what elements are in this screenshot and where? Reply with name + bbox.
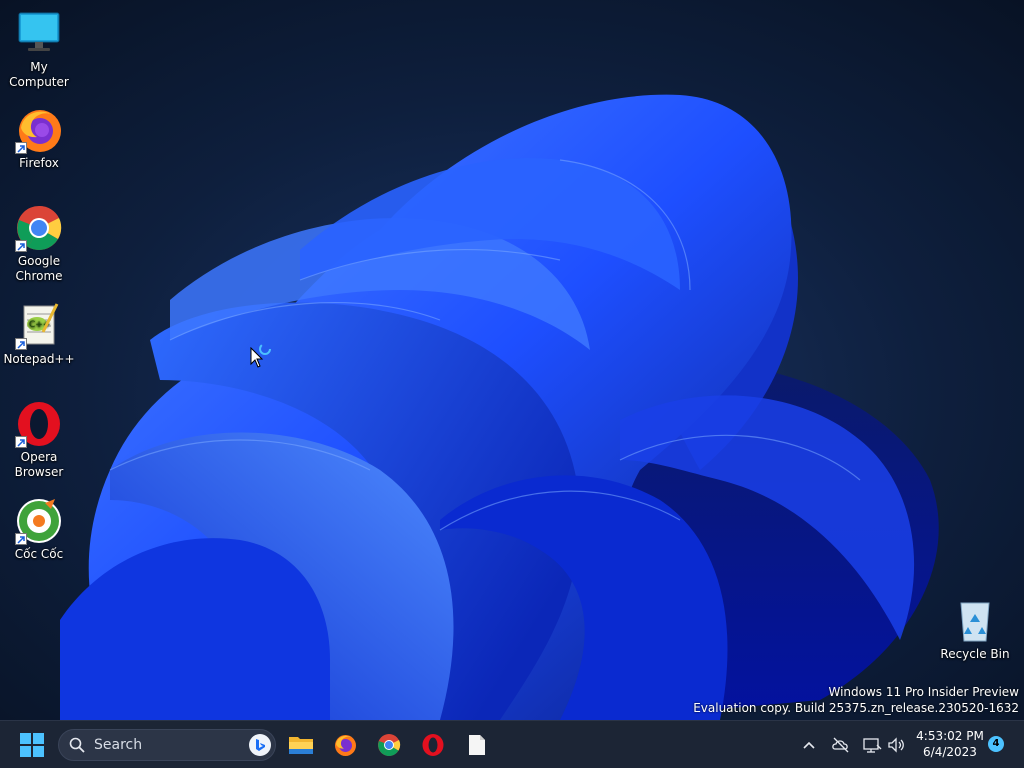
search-icon bbox=[69, 737, 85, 753]
taskbar-opera[interactable] bbox=[415, 727, 451, 763]
chrome-icon bbox=[15, 204, 63, 252]
taskbar-firefox[interactable] bbox=[327, 727, 363, 763]
desktop-icon-label: Opera Browser bbox=[14, 450, 64, 479]
shortcut-arrow-icon bbox=[15, 240, 27, 252]
desktop-icon-label: My Computer bbox=[9, 60, 69, 89]
desktop-icon-recycle-bin[interactable]: Recycle Bin bbox=[937, 597, 1013, 662]
file-explorer-icon bbox=[289, 737, 313, 754]
desktop-icon-chrome[interactable]: Google Chrome bbox=[1, 204, 77, 284]
shortcut-arrow-icon bbox=[15, 436, 27, 448]
taskbar-search-box[interactable]: Search bbox=[58, 729, 276, 761]
bing-icon bbox=[256, 739, 265, 751]
taskbar-chrome[interactable] bbox=[371, 727, 407, 763]
desktop-icon-opera[interactable]: Opera Browser bbox=[1, 400, 77, 480]
search-placeholder: Search bbox=[94, 737, 143, 753]
desktop-icon-label: Notepad++ bbox=[3, 352, 75, 366]
desktop-wallpaper bbox=[0, 0, 1024, 720]
desktop-icon-firefox[interactable]: Firefox bbox=[1, 106, 77, 171]
watermark-build: Evaluation copy. Build 25375.zn_release.… bbox=[693, 701, 1019, 715]
taskbar-clock[interactable]: 4:53:02 PM 6/4/2023 bbox=[912, 728, 988, 760]
chevron-up-icon[interactable] bbox=[799, 735, 819, 755]
bing-button[interactable] bbox=[249, 734, 271, 756]
notification-badge[interactable]: 4 bbox=[988, 736, 1004, 752]
onedrive-offline-icon[interactable] bbox=[831, 735, 851, 755]
watermark-edition: Windows 11 Pro Insider Preview bbox=[828, 685, 1019, 699]
taskbar: Search 4:53:02 PM 6/4/2023 4 bbox=[0, 720, 1024, 768]
desktop-icon-label: Recycle Bin bbox=[940, 647, 1010, 661]
opera-icon bbox=[422, 734, 444, 756]
desktop-icon-label: Google Chrome bbox=[15, 254, 63, 283]
windows-logo-icon bbox=[20, 733, 44, 757]
desktop-icon-label: Cốc Cốc bbox=[14, 547, 64, 561]
loading-ring-icon bbox=[259, 343, 271, 355]
shortcut-arrow-icon bbox=[15, 338, 27, 350]
taskbar-file-explorer[interactable] bbox=[283, 727, 319, 763]
opera-icon bbox=[15, 400, 63, 448]
taskbar-blank-document[interactable] bbox=[459, 727, 495, 763]
clock-date: 6/4/2023 bbox=[923, 745, 977, 759]
clock-time: 4:53:02 PM bbox=[916, 729, 984, 743]
firefox-icon bbox=[15, 106, 63, 154]
desktop-icon-coccoc[interactable]: Cốc Cốc bbox=[1, 497, 77, 562]
shortcut-arrow-icon bbox=[15, 533, 27, 545]
chrome-icon bbox=[378, 734, 401, 756]
desktop-icon-label: Firefox bbox=[19, 156, 59, 170]
coccoc-icon bbox=[15, 497, 63, 545]
network-icon[interactable] bbox=[862, 735, 882, 755]
volume-icon[interactable] bbox=[886, 735, 906, 755]
notepadpp-icon: C++ bbox=[15, 302, 63, 350]
blank-document-icon bbox=[469, 735, 485, 755]
firefox-icon bbox=[335, 735, 356, 756]
start-button[interactable] bbox=[14, 727, 50, 763]
evaluation-watermark: Windows 11 Pro Insider Preview Evaluatio… bbox=[693, 684, 1019, 716]
recycle-bin-icon bbox=[951, 597, 999, 645]
desktop-icon-my-computer[interactable]: My Computer bbox=[1, 10, 77, 90]
desktop-icon-notepadpp[interactable]: C++ Notepad++ bbox=[1, 302, 77, 367]
monitor-icon bbox=[15, 10, 63, 58]
shortcut-arrow-icon bbox=[15, 142, 27, 154]
